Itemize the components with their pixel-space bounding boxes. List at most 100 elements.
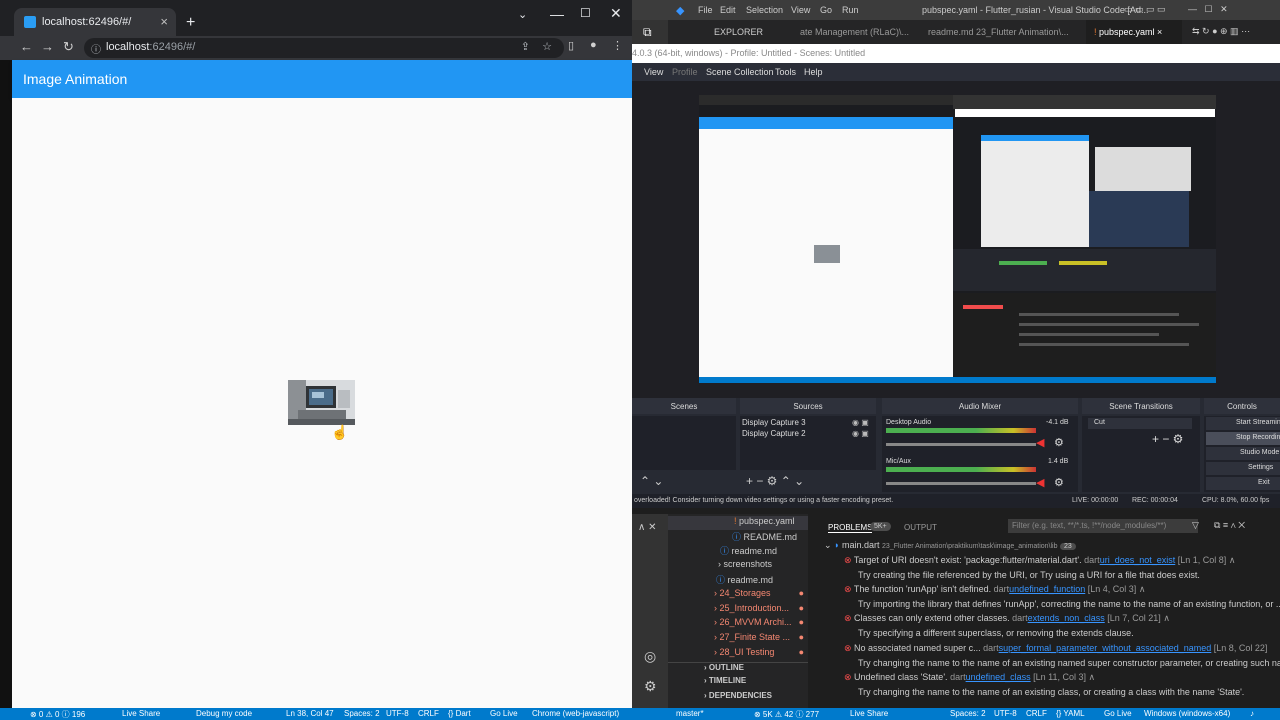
problem-item[interactable]: ⊗ Target of URI doesn't exist: 'package:… bbox=[844, 555, 1235, 566]
eye-lock-icons[interactable]: ◉ ▣ bbox=[852, 418, 869, 427]
start-streaming-button[interactable]: Start Streaming bbox=[1206, 417, 1280, 430]
menu-run[interactable]: Run bbox=[842, 5, 859, 15]
tab-readme[interactable]: readme.md 23_Flutter Animation\... bbox=[920, 20, 1080, 44]
tree-folder[interactable]: › 25_Introduction... ● bbox=[668, 603, 808, 617]
obs-menu-view[interactable]: View bbox=[644, 67, 663, 77]
tree-folder[interactable]: › screenshots bbox=[668, 559, 808, 573]
obs-menu-scene-collection[interactable]: Scene Collection bbox=[706, 67, 774, 77]
notifications-bell-icon[interactable]: ♪ bbox=[1250, 709, 1254, 718]
problem-item[interactable]: ⊗ The function 'runApp' isn't defined. d… bbox=[844, 584, 1145, 595]
status-problems[interactable]: ⊗ 5K ⚠ 42 ⓘ 277 bbox=[754, 709, 819, 720]
minimize-icon[interactable]: — bbox=[550, 6, 564, 22]
exit-button[interactable]: Exit bbox=[1206, 477, 1280, 490]
volume-slider[interactable] bbox=[886, 482, 1036, 485]
status-eol[interactable]: CRLF bbox=[1026, 709, 1047, 718]
status-branch[interactable]: master* bbox=[676, 709, 704, 718]
tree-item[interactable]: ! pubspec.yaml bbox=[668, 516, 808, 530]
profile-icon[interactable]: ● bbox=[590, 39, 597, 51]
mute-speaker-icon[interactable]: ◀ bbox=[1036, 436, 1044, 449]
menu-selection[interactable]: Selection bbox=[746, 5, 783, 15]
status-cursor-pos[interactable]: Ln 38, Col 47 bbox=[286, 709, 334, 718]
settings-button[interactable]: Settings bbox=[1206, 462, 1280, 475]
transition-controls-icons[interactable]: + − ⚙ bbox=[1152, 432, 1183, 446]
volume-slider[interactable] bbox=[886, 443, 1036, 446]
problems-filter-input[interactable]: Filter (e.g. text, **/*.ts, !**/node_mod… bbox=[1008, 519, 1198, 533]
status-problems[interactable]: ⊗ 0 ⚠ 0 ⓘ 196 bbox=[30, 709, 85, 720]
problem-item[interactable]: ⊗ Classes can only extend other classes.… bbox=[844, 613, 1170, 624]
reload-icon[interactable]: ↻ bbox=[63, 39, 74, 55]
status-go-live[interactable]: Go Live bbox=[490, 709, 518, 718]
menu-file[interactable]: File bbox=[698, 5, 713, 15]
tree-item[interactable]: ⓘ readme.md bbox=[668, 573, 808, 587]
tree-item[interactable]: ⓘ README.md bbox=[668, 530, 808, 544]
tab-state-management[interactable]: ate Management (RLaC)\... bbox=[792, 20, 916, 44]
obs-menu-tools[interactable]: Tools bbox=[775, 67, 796, 77]
studio-mode-button[interactable]: Studio Mode bbox=[1206, 447, 1280, 460]
tree-folder[interactable]: › 27_Finite State ... ● bbox=[668, 632, 808, 646]
problems-file-header[interactable]: ⌄ ◗ main.dart 23_Flutter Animation\prakt… bbox=[824, 540, 1076, 551]
source-item[interactable]: Display Capture 3 bbox=[742, 418, 806, 427]
maximize-icon[interactable]: ☐ bbox=[580, 6, 591, 20]
files-icon[interactable]: ⧉ bbox=[643, 25, 652, 40]
dependencies-section[interactable]: › DEPENDENCIES bbox=[668, 691, 808, 705]
tab-pubspec[interactable]: ! pubspec.yaml × bbox=[1086, 20, 1182, 44]
animated-image[interactable] bbox=[288, 380, 355, 425]
menu-go[interactable]: Go bbox=[820, 5, 832, 15]
info-icon[interactable]: ⓘ bbox=[91, 41, 101, 56]
back-icon[interactable]: ← bbox=[20, 39, 33, 54]
status-eol[interactable]: CRLF bbox=[418, 709, 439, 718]
account-icon[interactable]: ◎ bbox=[644, 648, 656, 665]
address-bar[interactable]: ⓘ localhost:62496/#/ ⇪ ☆ bbox=[84, 38, 564, 58]
tab-problems[interactable]: PROBLEMS bbox=[828, 523, 873, 533]
new-tab-button[interactable]: + bbox=[186, 14, 195, 32]
obs-menu-profile[interactable]: Profile bbox=[672, 67, 698, 77]
vscode-window-controls-icon[interactable]: — ☐ ✕ bbox=[1188, 4, 1228, 15]
obs-menu-help[interactable]: Help bbox=[804, 67, 823, 77]
source-controls-icons[interactable]: + − ⚙ ⌃ ⌄ bbox=[746, 474, 804, 488]
stop-recording-button[interactable]: Stop Recording bbox=[1206, 432, 1280, 445]
status-live-share[interactable]: Live Share bbox=[122, 709, 160, 718]
browser-tab[interactable]: localhost:62496/#/ × bbox=[14, 8, 176, 36]
mute-speaker-icon[interactable]: ◀ bbox=[1036, 476, 1044, 489]
problem-item[interactable]: ⊗ No associated named super c... dartsup… bbox=[844, 643, 1267, 654]
manage-gear-icon[interactable]: ⚙ bbox=[644, 678, 657, 695]
transition-select[interactable]: Cut bbox=[1088, 418, 1192, 429]
status-language[interactable]: {} YAML bbox=[1056, 709, 1085, 718]
mixer-gear-icon[interactable]: ⚙ bbox=[1054, 476, 1064, 489]
status-platform[interactable]: Windows (windows-x64) bbox=[1144, 709, 1230, 718]
status-live-share[interactable]: Live Share bbox=[850, 709, 888, 718]
bookmark-star-icon[interactable]: ☆ bbox=[542, 40, 552, 53]
mixer-gear-icon[interactable]: ⚙ bbox=[1054, 436, 1064, 449]
tree-item[interactable]: ⓘ readme.md bbox=[668, 544, 808, 558]
panel-actions-icons[interactable]: ⧉ ≡ ∧ ✕ bbox=[1214, 520, 1245, 531]
eye-lock-icons[interactable]: ◉ ▣ bbox=[852, 429, 869, 438]
status-debug[interactable]: Debug my code bbox=[196, 709, 252, 718]
status-go-live[interactable]: Go Live bbox=[1104, 709, 1132, 718]
menu-kebab-icon[interactable]: ⋮ bbox=[612, 39, 623, 52]
tab-output[interactable]: OUTPUT bbox=[904, 523, 937, 532]
layout-icons[interactable]: ▭ ▭ ▭ ▭ bbox=[1124, 4, 1166, 15]
side-panel-icon[interactable]: ▯ bbox=[568, 39, 574, 52]
status-indent[interactable]: Spaces: 2 bbox=[950, 709, 986, 718]
window-close-icon[interactable]: ✕ bbox=[610, 5, 622, 22]
timeline-section[interactable]: › TIMELINE bbox=[668, 676, 808, 690]
problem-item[interactable]: ⊗ Undefined class 'State'. dartundefined… bbox=[844, 672, 1095, 683]
status-target[interactable]: Chrome (web-javascript) bbox=[532, 709, 619, 718]
status-encoding[interactable]: UTF-8 bbox=[386, 709, 409, 718]
collapse-x-icon[interactable]: ∧ ✕ bbox=[638, 522, 656, 533]
filter-icon[interactable]: ▽ bbox=[1192, 520, 1199, 531]
outline-section[interactable]: › OUTLINE bbox=[668, 662, 808, 676]
scenes-list[interactable] bbox=[632, 416, 736, 470]
status-indent[interactable]: Spaces: 2 bbox=[344, 709, 380, 718]
source-item[interactable]: Display Capture 2 bbox=[742, 429, 806, 438]
menu-edit[interactable]: Edit bbox=[720, 5, 736, 15]
tree-folder[interactable]: › 26_MVVM Archi... ● bbox=[668, 617, 808, 631]
close-tab-icon[interactable]: × bbox=[160, 14, 168, 29]
tab-search-icon[interactable]: ⌄ bbox=[518, 8, 527, 21]
tree-folder[interactable]: › 24_Storages ● bbox=[668, 588, 808, 602]
status-language[interactable]: {} Dart bbox=[448, 709, 471, 718]
forward-icon[interactable]: → bbox=[41, 39, 54, 54]
status-encoding[interactable]: UTF-8 bbox=[994, 709, 1017, 718]
tree-folder[interactable]: › 28_UI Testing ● bbox=[668, 647, 808, 661]
menu-view[interactable]: View bbox=[791, 5, 810, 15]
